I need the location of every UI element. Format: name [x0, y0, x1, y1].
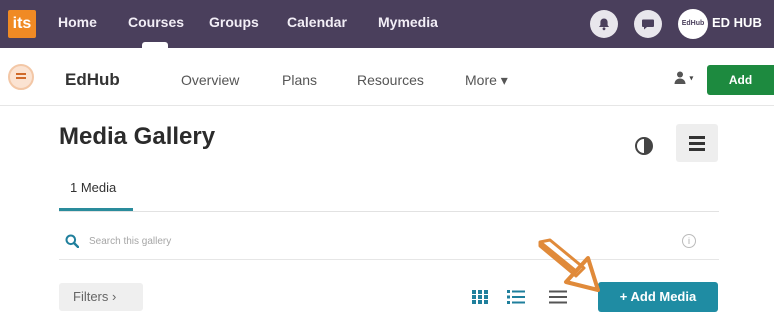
list-view-icon[interactable] — [506, 288, 526, 306]
add-media-button[interactable]: + Add Media — [598, 282, 718, 312]
user-menu-dropdown[interactable]: ▾ — [674, 70, 694, 85]
user-name[interactable]: ED HUB — [712, 15, 762, 30]
nav-groups[interactable]: Groups — [209, 14, 259, 30]
filters-button[interactable]: Filters › — [59, 283, 143, 311]
nav-courses[interactable]: Courses — [128, 14, 184, 30]
channel-navbar: EdHub Overview Plans Resources More ▾ ▾ — [0, 48, 774, 106]
grid-view-icon[interactable] — [470, 288, 490, 306]
nav-calendar[interactable]: Calendar — [287, 14, 347, 30]
channel-icon — [8, 64, 34, 90]
add-button[interactable]: Add — [707, 65, 774, 95]
info-icon[interactable]: i — [682, 234, 696, 248]
search-icon — [65, 234, 79, 248]
its-logo[interactable]: its — [8, 10, 36, 38]
page-title: Media Gallery — [59, 123, 216, 150]
nav-mymedia[interactable]: Mymedia — [378, 14, 438, 30]
annotation-arrow-icon — [538, 238, 600, 292]
bell-icon — [599, 18, 609, 31]
nav-home[interactable]: Home — [58, 14, 97, 30]
contrast-toggle-icon[interactable] — [634, 136, 654, 156]
top-navbar: its Home Courses Groups Calendar Mymedia… — [0, 0, 774, 48]
tab-resources[interactable]: Resources — [357, 72, 424, 88]
channel-name[interactable]: EdHub — [65, 70, 120, 90]
tab-divider — [59, 211, 719, 212]
gallery-search-bar: i — [59, 222, 719, 260]
tab-media-count[interactable]: 1 Media — [70, 180, 116, 195]
layout-toggle-button[interactable] — [676, 124, 718, 162]
chevron-down-icon: ▾ — [689, 73, 694, 83]
tab-overview[interactable]: Overview — [181, 72, 239, 88]
messages-button[interactable] — [634, 10, 662, 38]
tab-more[interactable]: More ▾ — [465, 72, 508, 89]
user-avatar[interactable]: EdHub — [678, 9, 708, 39]
tab-plans[interactable]: Plans — [282, 72, 317, 88]
notifications-button[interactable] — [590, 10, 618, 38]
user-icon — [674, 71, 686, 85]
chat-bubble-icon — [642, 19, 654, 30]
